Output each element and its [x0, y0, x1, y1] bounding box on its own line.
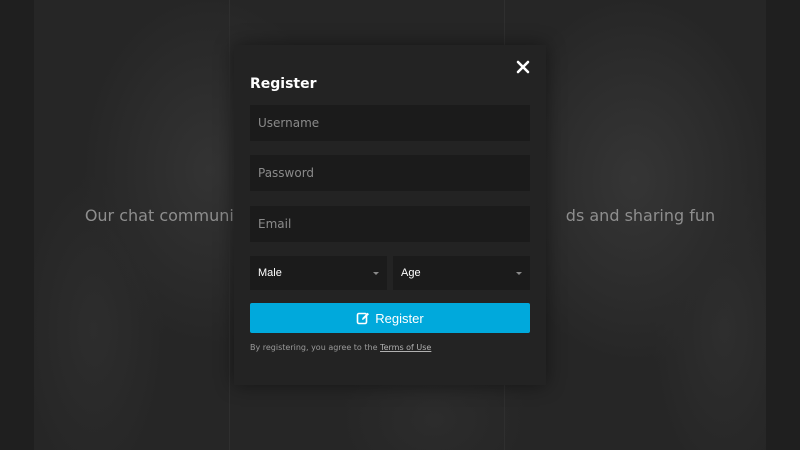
gender-select-value: Male	[258, 267, 282, 279]
close-icon[interactable]	[515, 59, 531, 75]
terms-of-use-link[interactable]: Terms of Use	[380, 343, 431, 352]
hero-text-right: ds and sharing fun	[565, 206, 716, 225]
chevron-down-icon	[373, 271, 379, 275]
register-modal: Register Male Age Register By registerin…	[234, 45, 546, 385]
username-input[interactable]	[250, 105, 530, 141]
page: Our chat communi ds and sharing fun Regis…	[0, 0, 800, 450]
terms-prefix: By registering, you agree to the	[250, 343, 381, 352]
email-input[interactable]	[250, 206, 530, 242]
chevron-down-icon	[516, 271, 522, 275]
hero-text-left: Our chat communi	[84, 206, 234, 225]
password-input[interactable]	[250, 155, 530, 191]
age-select-value: Age	[401, 267, 421, 279]
edit-icon	[356, 311, 370, 325]
terms-notice: By registering, you agree to the Terms o…	[250, 343, 431, 352]
gender-select[interactable]: Male	[250, 256, 387, 290]
register-button-label: Register	[375, 310, 424, 326]
register-button[interactable]: Register	[250, 303, 530, 333]
modal-title: Register	[250, 76, 317, 92]
age-select[interactable]: Age	[393, 256, 530, 290]
